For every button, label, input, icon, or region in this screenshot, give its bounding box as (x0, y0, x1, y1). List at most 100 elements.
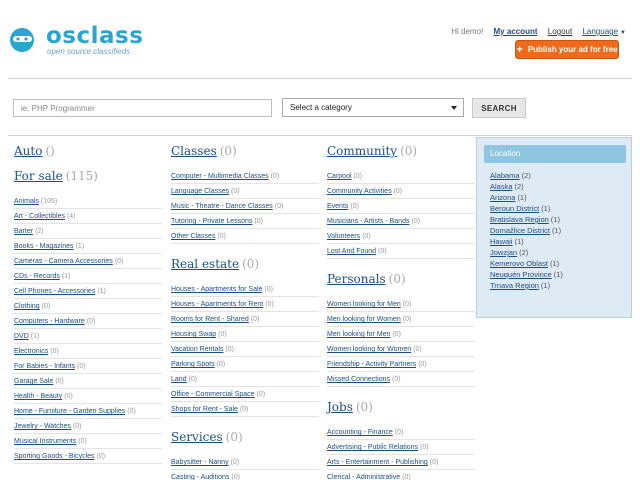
subcategory-item: CDs - Records (1) (14, 269, 162, 284)
subcategory-item: Women looking for Women (0) (327, 342, 475, 357)
subcategory-link[interactable]: Office - Commercial Space (171, 391, 255, 398)
subcategory-link[interactable]: DVD (14, 333, 29, 340)
location-link[interactable]: Kemerovo Oblast (490, 259, 548, 268)
location-item: Alabama (2) (490, 170, 563, 181)
location-link[interactable]: Jowzjan (490, 248, 517, 257)
subcategory-link[interactable]: Shops for Rent - Sale (171, 406, 238, 413)
subcategory-count: (0) (50, 348, 59, 355)
category-title-link[interactable]: Jobs (327, 400, 353, 414)
subcategory-link[interactable]: Women looking for Women (327, 346, 411, 353)
subcategory-link[interactable]: Land (171, 376, 187, 383)
subcategory-link[interactable]: Barter (14, 228, 33, 235)
subcategory-link[interactable]: Animals (14, 198, 39, 205)
subcategory-link[interactable]: Houses - Apartments for Sale (171, 286, 262, 293)
category-count: (0) (400, 144, 418, 158)
subcategory-link[interactable]: Jewelry - Watches (14, 423, 71, 430)
location-link[interactable]: Trnava Region (490, 281, 539, 290)
subcategory-link[interactable]: Advertising - Public Relations (327, 444, 418, 451)
subcategory-count: (0) (78, 438, 87, 445)
location-item: Jowzjan (2) (490, 247, 563, 258)
category-title-link[interactable]: Community (327, 144, 397, 158)
location-link[interactable]: Alabama (490, 171, 520, 180)
subcategory-item: Lost And Found (0) (327, 244, 475, 259)
subcategory-count: (0) (402, 474, 411, 480)
subcategory-count: (0) (392, 331, 401, 338)
search-button[interactable]: SEARCH (472, 98, 526, 118)
subcategory-link[interactable]: Missed Connections (327, 376, 390, 383)
language-menu[interactable]: Language ▼ (582, 27, 626, 36)
publish-ad-button[interactable]: + Publish your ad for free (515, 40, 619, 59)
category-title-link[interactable]: Auto (14, 144, 42, 158)
subcategory-link[interactable]: Houses - Apartments for Rent (171, 301, 263, 308)
subcategory-link[interactable]: Rooms for Rent - Shared (171, 316, 249, 323)
location-link[interactable]: Neuquén Province (490, 270, 552, 279)
subcategory-link[interactable]: Women looking for Men (327, 301, 401, 308)
location-link[interactable]: Bratislava Region (490, 215, 549, 224)
subcategory-item: Advertising - Public Relations (0) (327, 440, 475, 455)
subcategory-link[interactable]: Arts - Entertainment - Publishing (327, 459, 428, 466)
subcategory-link[interactable]: For Babies - Infants (14, 363, 75, 370)
subcategory-link[interactable]: Casting - Auditions (171, 474, 229, 480)
location-link[interactable]: Domažlice District (490, 226, 550, 235)
subcategory-item: Women looking for Men (0) (327, 297, 475, 312)
subcategory-link[interactable]: Books - Magazines (14, 243, 74, 250)
subcategory-item: Home - Furniture - Garden Supplies (0) (14, 404, 162, 419)
subcategory-link[interactable]: Computer - Multimedia Classes (171, 173, 269, 180)
subcategory-item: Jewelry - Watches (0) (14, 419, 162, 434)
subcategory-link[interactable]: Tutoring - Private Lessons (171, 218, 252, 225)
category-title-link[interactable]: For sale (14, 169, 63, 183)
location-link[interactable]: Arizona (490, 193, 515, 202)
subcategory-link[interactable]: Home - Furniture - Garden Supplies (14, 408, 125, 415)
category-title-link[interactable]: Personals (327, 272, 386, 286)
subcategory-link[interactable]: Language Classes (171, 188, 229, 195)
search-input[interactable] (13, 99, 272, 117)
subcategory-link[interactable]: Electronics (14, 348, 48, 355)
subcategory-link[interactable]: Community Activities (327, 188, 392, 195)
category-title-link[interactable]: Real estate (171, 257, 239, 271)
category-title-link[interactable]: Services (171, 430, 223, 444)
subcategory-link[interactable]: Clerical - Administrative (327, 474, 400, 480)
subcategory-link[interactable]: Other Classes (171, 233, 215, 240)
subcategory-link[interactable]: Volunteers (327, 233, 360, 240)
subcategory-link[interactable]: Cameras - Camera Accessories (14, 258, 113, 265)
subcategory-link[interactable]: Lost And Found (327, 248, 376, 255)
location-panel: Location Alabama (2) Alaska (2) Arizona (1) Be… (476, 137, 632, 318)
subcategory-link[interactable]: Carpool (327, 173, 352, 180)
location-link[interactable]: Hawaii (490, 237, 513, 246)
subcategory-link[interactable]: Garage Sale (14, 378, 53, 385)
subcategory-link[interactable]: Events (327, 203, 348, 210)
location-list: Alabama (2) Alaska (2) Arizona (1) Beroun Dist… (490, 170, 563, 291)
location-link[interactable]: Beroun District (490, 204, 539, 213)
subcategory-count: (0) (392, 376, 401, 383)
subcategory-link[interactable]: CDs - Records (14, 273, 60, 280)
subcategory-link[interactable]: Computers - Hardware (14, 318, 85, 325)
subcategory-link[interactable]: Vacation Rentals (171, 346, 223, 353)
osclass-logo-icon (10, 28, 34, 52)
logout-link[interactable]: Logout (548, 27, 572, 36)
subcategory-link[interactable]: Men looking for Men (327, 331, 390, 338)
subcategory-link[interactable]: Musical Instruments (14, 438, 76, 445)
subcategory-link[interactable]: Friendship - Activity Partners (327, 361, 416, 368)
subcategory-item: Garage Sale (0) (14, 374, 162, 389)
subcategory-item: Office - Commercial Space (0) (171, 387, 319, 402)
subcategory-link[interactable]: Music - Theatre - Dance Classes (171, 203, 273, 210)
subcategory-link[interactable]: Musicians - Artists - Bands (327, 218, 409, 225)
subcategory-link[interactable]: Men looking for Women (327, 316, 401, 323)
category-count: (0) (388, 272, 406, 286)
category-title-link[interactable]: Classes (171, 144, 217, 158)
subcategory-item: Clothing (0) (14, 299, 162, 314)
subcategory-link[interactable]: Clothing (14, 303, 40, 310)
category-select[interactable]: Select a category (282, 98, 464, 117)
location-link[interactable]: Alaska (490, 182, 513, 191)
subcategory-link[interactable]: Cell Phones - Accessories (14, 288, 95, 295)
subcategory-link[interactable]: Health - Beauty (14, 393, 62, 400)
subcategory-link[interactable]: Accounting - Finance (327, 429, 393, 436)
subcategory-link[interactable]: Parking Spots (171, 361, 215, 368)
subcategory-link[interactable]: Babysitter - Nanny (171, 459, 229, 466)
subcategory-link[interactable]: Housing Swap (171, 331, 216, 338)
subcategory-item: Arts - Entertainment - Publishing (0) (327, 455, 475, 470)
subcategory-link[interactable]: Sporting Goods - Bicycles (14, 453, 95, 460)
my-account-link[interactable]: My account (494, 27, 538, 36)
subcategory-link[interactable]: Art - Collectibles (14, 213, 65, 220)
subcategory-item: Barter (2) (14, 224, 162, 239)
